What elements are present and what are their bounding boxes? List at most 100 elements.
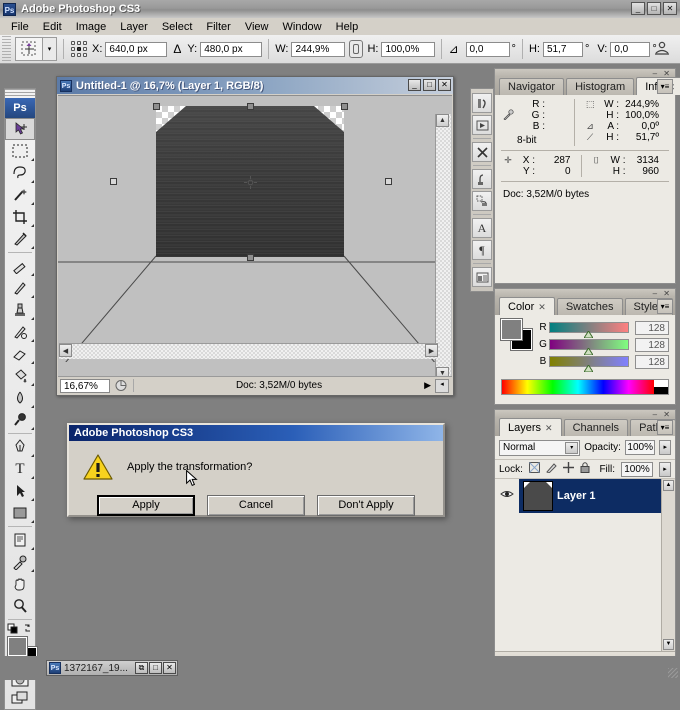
taskbar-item[interactable]: Ps 1372167_19... ⧉ □ ✕: [46, 660, 178, 676]
layer-name[interactable]: Layer 1: [557, 490, 596, 502]
close-button[interactable]: ✕: [663, 2, 677, 15]
taskbar-close-button[interactable]: ✕: [163, 662, 176, 674]
info-panel-menu-button[interactable]: ▾≡: [657, 79, 673, 94]
menu-window[interactable]: Window: [276, 20, 329, 34]
scroll-right-button[interactable]: ▶: [425, 344, 438, 357]
color-panel-menu-button[interactable]: ▾≡: [657, 299, 673, 314]
white-swatch[interactable]: [654, 380, 668, 387]
color-spectrum-ramp[interactable]: [501, 379, 669, 395]
refpoint-ml[interactable]: [71, 47, 75, 51]
status-menu-arrow[interactable]: ▶: [424, 380, 431, 391]
tool-preset-dropdown-arrow[interactable]: ▾: [43, 37, 57, 61]
move-tool-button[interactable]: [5, 118, 35, 140]
color-panel-swatches[interactable]: [500, 318, 533, 351]
maximize-button[interactable]: □: [647, 2, 661, 15]
actions-panel-icon[interactable]: [472, 115, 492, 135]
skew-v-input[interactable]: 0,0: [610, 41, 651, 57]
document-title-bar[interactable]: Ps Untitled-1 @ 16,7% (Layer 1, RGB/8) _…: [57, 77, 453, 94]
color-r-value[interactable]: 128: [635, 320, 669, 335]
canvas-horizontal-scrollbar[interactable]: ◀ ▶: [59, 343, 438, 359]
transform-handle-top-right[interactable]: [341, 103, 348, 110]
tab-color-close-icon[interactable]: ✕: [538, 302, 546, 312]
y-input[interactable]: 480,0 px: [200, 41, 263, 57]
color-panel-grip[interactable]: ‒ ✕: [495, 289, 675, 298]
refpoint-tr[interactable]: [83, 41, 87, 45]
tab-channels[interactable]: Channels: [563, 419, 629, 436]
menu-edit[interactable]: Edit: [36, 20, 69, 34]
eraser-tool-button[interactable]: [5, 343, 35, 365]
history-panel-icon[interactable]: [472, 93, 492, 113]
spectrum-gradient[interactable]: [502, 380, 654, 394]
slice-tool-button[interactable]: [5, 228, 35, 250]
magic-wand-tool-button[interactable]: [5, 184, 35, 206]
rectangle-tool-button[interactable]: [5, 502, 35, 524]
eyedropper-tool-button[interactable]: [5, 551, 35, 573]
document-close-button[interactable]: ✕: [438, 79, 451, 91]
color-b-value[interactable]: 128: [635, 354, 669, 369]
color-g-slider[interactable]: [549, 339, 629, 355]
character-panel-icon[interactable]: A: [472, 218, 492, 238]
dont-apply-button[interactable]: Don't Apply: [317, 495, 415, 516]
healing-brush-tool-button[interactable]: [5, 255, 35, 277]
lock-transparent-pixels-icon[interactable]: [528, 462, 540, 476]
fill-dropdown-arrow[interactable]: ▸: [659, 461, 671, 477]
color-r-slider-thumb[interactable]: [584, 331, 594, 338]
transform-handle-top-center[interactable]: [247, 103, 254, 110]
lock-all-icon[interactable]: [580, 462, 590, 476]
menu-view[interactable]: View: [238, 20, 276, 34]
taskbar-maximize-button[interactable]: □: [149, 662, 162, 674]
menu-select[interactable]: Select: [155, 20, 200, 34]
refpoint-br[interactable]: [83, 53, 87, 57]
toolbox-grip[interactable]: [5, 89, 35, 98]
lock-position-icon[interactable]: [562, 462, 574, 476]
minimize-button[interactable]: _: [631, 2, 645, 15]
clone-source-panel-icon[interactable]: [472, 191, 492, 211]
layers-panel-menu-button[interactable]: ▾≡: [657, 420, 673, 435]
transform-handle-middle-left[interactable]: [110, 178, 117, 185]
screen-mode-button[interactable]: [5, 689, 35, 707]
zoom-level-input[interactable]: 16,67%: [60, 378, 110, 393]
path-selection-tool-button[interactable]: [5, 480, 35, 502]
history-brush-tool-button[interactable]: [5, 321, 35, 343]
width-input[interactable]: 244,9%: [291, 41, 346, 57]
rectangular-marquee-tool-button[interactable]: [5, 140, 35, 162]
scroll-up-button[interactable]: ▲: [436, 114, 449, 127]
refpoint-bc[interactable]: [77, 53, 81, 57]
proxy-preview-icon[interactable]: [114, 379, 128, 392]
layer-list[interactable]: Layer 1 ▲ ▼: [495, 479, 675, 651]
menu-filter[interactable]: Filter: [199, 20, 237, 34]
x-input[interactable]: 640,0 px: [105, 41, 168, 57]
refpoint-mr[interactable]: [83, 47, 87, 51]
opacity-dropdown-arrow[interactable]: ▸: [659, 440, 671, 455]
zoom-tool-button[interactable]: [5, 595, 35, 617]
blend-mode-select[interactable]: Normal ▾: [499, 439, 581, 456]
color-r-slider[interactable]: [549, 322, 629, 338]
reference-point-locator[interactable]: [70, 40, 88, 58]
layer-comps-panel-icon[interactable]: [472, 267, 492, 287]
apply-button[interactable]: Apply: [97, 495, 195, 516]
lock-image-pixels-icon[interactable]: [546, 462, 557, 476]
canvas-area[interactable]: [58, 96, 437, 362]
scroll-left-button[interactable]: ◀: [59, 344, 72, 357]
cancel-button[interactable]: Cancel: [207, 495, 305, 516]
color-g-slider-thumb[interactable]: [584, 348, 594, 355]
color-b-slider-thumb[interactable]: [584, 365, 594, 372]
layer-scroll-down-button[interactable]: ▼: [663, 639, 674, 650]
tool-presets-panel-icon[interactable]: [472, 142, 492, 162]
lasso-tool-button[interactable]: [5, 162, 35, 184]
paragraph-panel-icon[interactable]: ¶: [472, 240, 492, 260]
menu-file[interactable]: File: [4, 20, 36, 34]
layer-visibility-toggle[interactable]: [495, 479, 519, 513]
transform-handle-bottom-center[interactable]: [247, 254, 254, 261]
brush-tool-button[interactable]: [5, 277, 35, 299]
color-g-value[interactable]: 128: [635, 337, 669, 352]
gradient-tool-button[interactable]: [5, 365, 35, 387]
maintain-aspect-ratio-icon[interactable]: [349, 40, 364, 58]
options-bar-grip[interactable]: [2, 36, 11, 62]
status-resize-grip[interactable]: ◂: [435, 378, 449, 393]
window-resize-grip[interactable]: [668, 668, 678, 678]
white-black-swatches[interactable]: [654, 380, 668, 394]
black-swatch[interactable]: [654, 387, 668, 394]
layer-list-scrollbar[interactable]: ▲ ▼: [661, 479, 675, 651]
skew-h-input[interactable]: 51,7: [542, 41, 583, 57]
